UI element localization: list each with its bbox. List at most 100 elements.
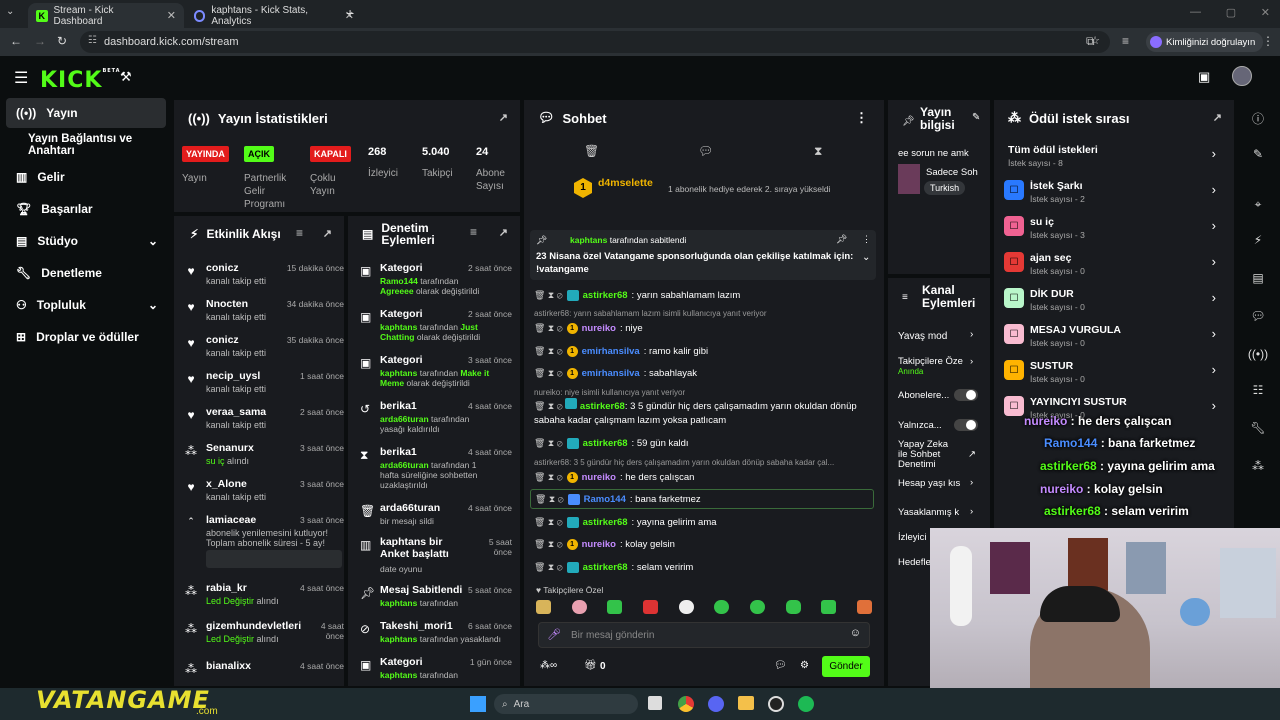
window-controls[interactable]: — ▢ ✕ [1190, 6, 1270, 19]
popout-icon[interactable]: ↗ [499, 227, 508, 239]
chat-username[interactable]: emirhansilva [582, 346, 640, 357]
pinned-menu-icon[interactable]: ⋮ [862, 234, 871, 245]
chat-username[interactable]: nureiko [582, 539, 616, 550]
taskbar-search[interactable]: ⌕ Ara [494, 694, 638, 714]
trash-icon[interactable]: 🗑︎ [584, 144, 599, 158]
action-ai-moderation[interactable]: Yapay Zeka ile Sohbet Denetimi ↗ [898, 440, 984, 470]
toggle-switch[interactable] [954, 419, 978, 431]
user-avatar[interactable] [1232, 66, 1252, 86]
chat-bubble-icon[interactable]: 💬︎ [698, 144, 713, 158]
chat-username[interactable]: astirker68 [583, 438, 628, 449]
mod-tools-icon[interactable]: 🗑︎ ⧗ ⊘ [534, 472, 563, 483]
layout-icon[interactable]: ▣ [1198, 69, 1210, 85]
edit-icon[interactable]: ✎ [1243, 140, 1273, 168]
unpin-icon[interactable]: 📌︎ [836, 234, 847, 245]
action-account-age[interactable]: Hesap yaşı kıs › [898, 477, 984, 489]
chevron-down-icon[interactable]: ⌄ [862, 252, 870, 263]
chat-bubble-icon[interactable]: 💬︎ [774, 660, 787, 671]
filter-icon[interactable]: ≡ [296, 226, 303, 240]
layout-icon[interactable]: ☷ [1243, 376, 1273, 404]
chat-input[interactable]: 🎤︎ Bir mesaj gönderin ☺ [538, 622, 870, 648]
mod-tools-icon[interactable]: 🗑︎ ⧗ ⊘ [534, 290, 563, 301]
hamburger-menu-icon[interactable]: ☰ [14, 68, 28, 88]
more-options-icon[interactable]: ⋮ [855, 110, 868, 126]
discord-icon[interactable] [708, 696, 724, 712]
sidebar-item-droplar[interactable]: ⊞ Droplar ve ödüller [6, 322, 166, 352]
site-info-icon[interactable]: ☷ [88, 35, 97, 46]
gear-icon[interactable]: ⚙ [800, 660, 809, 671]
wrench-icon[interactable]: 🔧︎ [1243, 414, 1273, 442]
hourglass-icon[interactable]: ⧗ [814, 144, 822, 159]
reward-item[interactable]: ☐ ajan seç İstek sayısı - 0 › [1002, 248, 1222, 282]
close-tab-icon[interactable]: ✕ [167, 9, 176, 22]
folder-icon[interactable] [738, 696, 754, 710]
action-followers-only[interactable]: Takipçilere Öze Anında › [898, 356, 984, 376]
emote-icon[interactable] [785, 600, 801, 614]
emote-icon[interactable] [856, 600, 872, 614]
tab-kick-stats[interactable]: kaphtans - Kick Stats, Analytics ✕ [186, 3, 362, 28]
sidebar-item-studyo[interactable]: ▤ Stüdyo ⌄ [6, 226, 166, 256]
sidebar-item-topluluk[interactable]: ⚇ Topluluk ⌄ [6, 290, 166, 320]
emote-icon[interactable] [821, 600, 837, 614]
spotify-icon[interactable] [798, 696, 814, 712]
filter-icon[interactable]: ≡ [470, 226, 477, 238]
points-icon[interactable]: ⁂∞ [540, 660, 557, 671]
chat-username[interactable]: nureiko [582, 323, 616, 334]
extensions-icon[interactable]: ⧉ [1086, 34, 1095, 49]
emote-icon[interactable] [607, 600, 623, 614]
send-button[interactable]: Gönder [822, 656, 870, 677]
reward-item[interactable]: ☐ DİK DUR İstek sayısı - 0 › [1002, 284, 1222, 318]
chat-username[interactable]: astirker68 [583, 562, 628, 573]
reward-item[interactable]: ☐ SUSTUR İstek sayısı - 0 › [1002, 356, 1222, 390]
chat-icon[interactable]: 💬︎ [1243, 302, 1273, 330]
mod-tools-icon[interactable]: 🗑︎ ⧗ ⊘ [534, 517, 563, 528]
sidebar-item-basarilar[interactable]: 🏆︎ Başarılar [6, 194, 166, 224]
action-subscribers-only[interactable]: Abonelere... [898, 389, 984, 401]
reload-icon[interactable]: ↻ [57, 34, 67, 48]
reward-item[interactable]: ☐ İstek Şarkı İstek sayısı - 2 › [1002, 176, 1222, 210]
popout-icon[interactable]: ↗ [1213, 111, 1222, 124]
mod-tools-icon[interactable]: 🗑︎ ⧗ ⊘ [534, 346, 563, 357]
mod-tools-icon[interactable]: 🗑︎ ⧗ ⊘ [534, 539, 563, 550]
lightning-icon[interactable]: ⚡︎ [1243, 226, 1273, 254]
tab-menu-icon[interactable]: ⌄ [6, 6, 22, 22]
sidebar-item-stream-key[interactable]: Yayın Bağlantısı ve Anahtarı [18, 130, 172, 160]
chat-username[interactable]: astirker68 [583, 290, 628, 301]
emote-icon[interactable] [642, 600, 658, 614]
emote-icon[interactable] [678, 600, 694, 614]
reward-all[interactable]: Tüm ödül istekleri İstek sayısı - 8 › [1002, 140, 1222, 174]
action-emote-only[interactable]: Yalnızca... [898, 419, 984, 431]
pin-icon[interactable]: ⚒ [120, 69, 132, 85]
popout-icon[interactable]: ↗ [499, 111, 508, 124]
info-icon[interactable]: ⓘ [1243, 104, 1273, 132]
action-slow-mode[interactable]: Yavaş mod › [898, 329, 984, 342]
emoji-icon[interactable]: ☺ [850, 627, 861, 639]
windows-start-icon[interactable] [470, 696, 486, 712]
mod-tools-icon[interactable]: 🗑︎ ⧗ ⊘ [535, 494, 564, 505]
tab-kick-dashboard[interactable]: K Stream - Kick Dashboard ✕ [28, 3, 184, 28]
task-view-icon[interactable] [648, 696, 662, 710]
edit-icon[interactable]: ✎ [972, 112, 980, 123]
microphone-icon[interactable]: 🎤︎ [547, 628, 561, 641]
reward-item[interactable]: ☐ su iç İstek sayısı - 3 › [1002, 212, 1222, 246]
sidebar-item-denetleme[interactable]: 🔧︎ Denetleme [6, 258, 166, 288]
document-icon[interactable]: ▤ [1243, 264, 1273, 292]
address-bar[interactable]: ☷ dashboard.kick.com/stream ☆ [80, 31, 1110, 53]
emote-icon[interactable] [571, 600, 587, 614]
mod-tools-icon[interactable]: 🗑︎ ⧗ ⊘ [534, 438, 563, 449]
profile-verify-button[interactable]: Kimliğinizi doğrulayın [1146, 32, 1264, 52]
chat-username[interactable]: astirker68 [580, 401, 625, 412]
reading-list-icon[interactable]: ≡ [1122, 34, 1129, 48]
chat-username[interactable]: Ramo144 [584, 494, 626, 505]
gift-user[interactable]: d4mselette [598, 177, 653, 189]
chat-username[interactable]: emirhansilva [582, 368, 640, 379]
action-banned-words[interactable]: Yasaklanmış k › [898, 506, 984, 518]
broadcast-icon[interactable]: ((•)) [1243, 340, 1273, 368]
target-icon[interactable]: ⌖ [1243, 190, 1273, 218]
chrome-icon[interactable] [678, 696, 694, 712]
kick-logo[interactable]: KICKBETA [40, 68, 121, 93]
chat-username[interactable]: nureiko [582, 472, 616, 483]
back-icon[interactable]: ← [10, 34, 22, 48]
sidebar-item-yayin[interactable]: ((•)) Yayın [6, 98, 166, 128]
chat-username[interactable]: astirker68 [583, 517, 628, 528]
